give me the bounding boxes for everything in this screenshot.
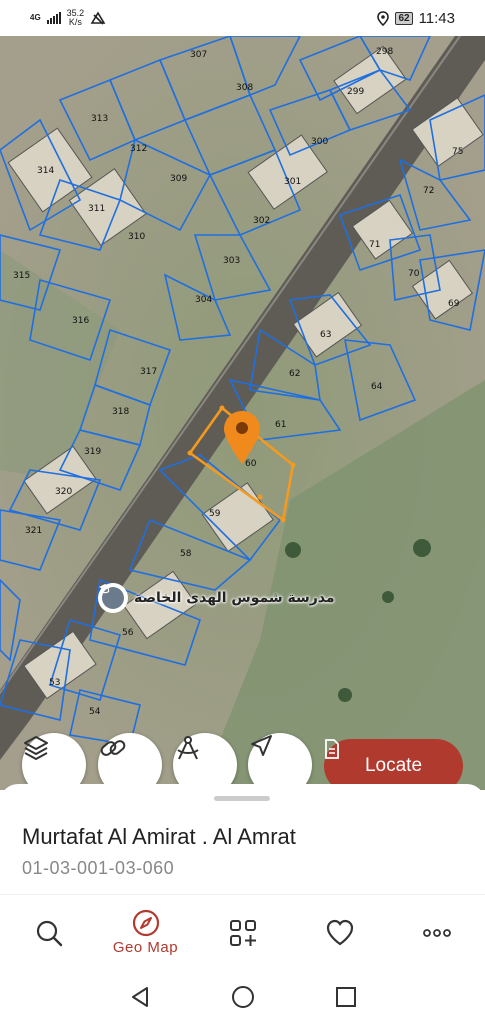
plot-label: 318 bbox=[112, 407, 130, 417]
place-details-sheet[interactable]: Murtafat Al Amirat . Al Amrat 01-03-001-… bbox=[0, 784, 485, 894]
battery-icon: 62 bbox=[395, 11, 413, 25]
nav-geo-map[interactable]: Geo Map bbox=[106, 898, 186, 968]
more-dots-icon bbox=[422, 928, 451, 937]
apps-add-icon bbox=[229, 919, 256, 946]
measure-button[interactable] bbox=[173, 733, 237, 790]
share-link-button[interactable] bbox=[98, 733, 162, 790]
plot-label: 54 bbox=[89, 707, 101, 717]
layers-button[interactable] bbox=[22, 733, 86, 790]
home-icon[interactable] bbox=[231, 985, 255, 1009]
plot-label: 69 bbox=[448, 299, 460, 309]
graduation-cap-icon bbox=[98, 583, 128, 613]
plot-label: 317 bbox=[140, 367, 158, 377]
plot-label: 319 bbox=[84, 447, 102, 457]
plot-label: 307 bbox=[190, 50, 208, 60]
system-navigation bbox=[0, 970, 485, 1024]
plot-label: 72 bbox=[423, 186, 435, 196]
plot-label: 316 bbox=[72, 316, 90, 326]
plot-label: 301 bbox=[284, 177, 302, 187]
sheet-drag-handle[interactable] bbox=[214, 796, 270, 801]
plot-label: 299 bbox=[347, 87, 365, 97]
place-title: Murtafat Al Amirat . Al Amrat bbox=[22, 824, 296, 849]
plot-label: 63 bbox=[320, 330, 332, 340]
plot-label: 320 bbox=[55, 487, 73, 497]
network-speed: 35.2 K/s bbox=[66, 8, 85, 27]
nav-add-apps[interactable] bbox=[203, 898, 283, 968]
plot-label: 59 bbox=[209, 509, 221, 519]
plot-label: 309 bbox=[170, 174, 188, 184]
plot-label: 315 bbox=[13, 271, 31, 281]
plot-label: 58 bbox=[180, 549, 192, 559]
back-icon[interactable] bbox=[129, 986, 151, 1008]
plot-label: 64 bbox=[371, 382, 383, 392]
plot-label: 310 bbox=[128, 232, 146, 242]
plot-label: 62 bbox=[289, 369, 301, 379]
clock: 11:43 bbox=[418, 9, 455, 27]
plot-label: 300 bbox=[311, 137, 329, 147]
plot-label: 298 bbox=[376, 47, 394, 57]
plot-label: 70 bbox=[408, 269, 420, 279]
plot-label: 312 bbox=[130, 144, 148, 154]
signal-icon bbox=[46, 12, 61, 24]
nav-more[interactable] bbox=[397, 898, 477, 968]
school-label: مدرسة شموس الهدى الخاصة bbox=[134, 590, 335, 606]
heart-icon bbox=[326, 919, 353, 945]
plot-label: 61 bbox=[275, 420, 287, 430]
plot-label: 313 bbox=[91, 114, 109, 124]
nav-search[interactable] bbox=[9, 898, 89, 968]
plot-label: 311 bbox=[88, 204, 106, 214]
search-icon bbox=[36, 920, 62, 946]
link-icon bbox=[100, 740, 126, 756]
plot-label: 56 bbox=[122, 628, 134, 638]
selected-location-pin-icon[interactable] bbox=[222, 410, 262, 466]
location-pin-icon bbox=[377, 10, 390, 26]
parcel-code: 01-03-001-03-060 bbox=[22, 858, 175, 878]
plot-label: 314 bbox=[37, 166, 55, 176]
no-sim-icon bbox=[90, 11, 106, 25]
plot-label: 304 bbox=[195, 295, 213, 305]
plot-label: 71 bbox=[369, 240, 381, 250]
recents-icon[interactable] bbox=[335, 986, 357, 1008]
school-poi[interactable]: مدرسة شموس الهدى الخاصة bbox=[98, 583, 335, 613]
plot-label: 303 bbox=[223, 256, 241, 266]
plot-label: 53 bbox=[49, 678, 61, 688]
plot-label: 75 bbox=[452, 147, 464, 157]
locate-label: Locate bbox=[364, 755, 423, 776]
compass-measure-icon bbox=[177, 736, 199, 760]
navigate-button[interactable] bbox=[248, 733, 312, 790]
bottom-navigation: Geo Map bbox=[0, 894, 485, 970]
nav-favorites[interactable] bbox=[300, 898, 380, 968]
satellite-map[interactable]: 307 308 298 299 313 312 309 300 301 314 … bbox=[0, 36, 485, 790]
locate-button[interactable]: Locate bbox=[324, 739, 463, 790]
plot-label: 302 bbox=[253, 216, 271, 226]
network-type: 4G bbox=[30, 13, 41, 22]
document-icon bbox=[325, 739, 339, 759]
status-bar: 4G 35.2 K/s 62 11:43 bbox=[0, 0, 485, 36]
plot-label: 308 bbox=[236, 83, 254, 93]
compass-icon bbox=[132, 909, 159, 937]
plot-label: 321 bbox=[25, 526, 43, 536]
nav-geo-map-label: Geo Map bbox=[112, 939, 179, 956]
layers-icon bbox=[24, 736, 48, 760]
navigation-arrow-icon bbox=[251, 735, 272, 756]
